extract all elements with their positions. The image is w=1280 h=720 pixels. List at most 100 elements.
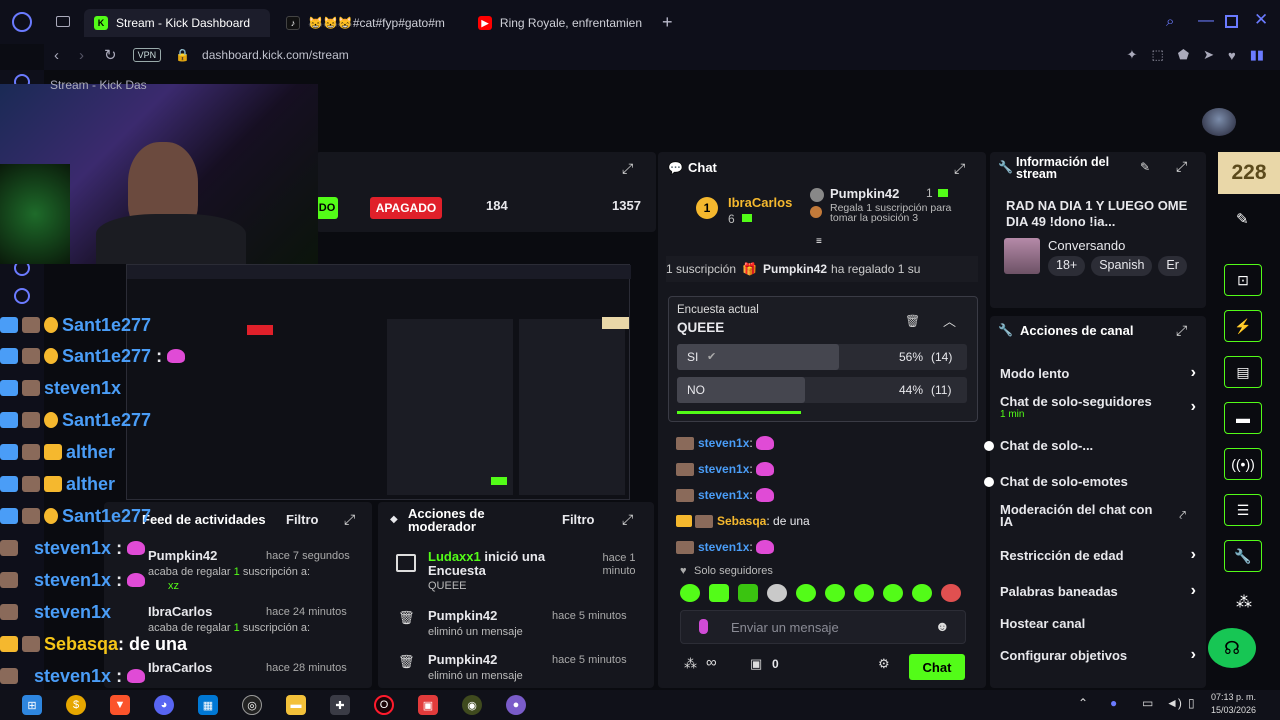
infinity-icon[interactable]: ∞ — [706, 654, 717, 671]
chat-message[interactable]: steven1x: — [676, 482, 976, 508]
expand-icon[interactable]: ⤢ — [344, 511, 355, 528]
lock-icon[interactable]: 🔒 — [175, 48, 190, 62]
emote-icon[interactable] — [883, 584, 903, 602]
collapse-icon[interactable]: ≡ — [816, 236, 822, 247]
forward-icon[interactable]: › — [79, 47, 84, 64]
emote-icon[interactable] — [912, 584, 932, 602]
sidebar-icon[interactable]: ▮▮ — [1250, 47, 1264, 63]
close-icon[interactable]: ✕ — [1254, 10, 1268, 30]
action-ai-moderation[interactable]: Moderación del chat con IA ⤤ — [1000, 503, 1196, 532]
pin-icon[interactable]: ✦ — [1127, 47, 1138, 63]
screenshot-icon[interactable]: ⬚ — [1151, 47, 1163, 63]
game-app-icon[interactable]: ◉ — [462, 695, 482, 715]
mod-item-user[interactable]: Pumpkin42 — [428, 608, 497, 623]
clip-icon[interactable]: ⊡ — [1224, 264, 1262, 296]
broadcast-icon[interactable]: ((•)) — [1224, 448, 1262, 480]
chat-app-icon[interactable]: ● — [506, 695, 526, 715]
store-icon[interactable]: ▦ — [198, 695, 218, 715]
chat-username[interactable]: steven1x — [698, 436, 749, 450]
minimize-icon[interactable]: — — [1198, 12, 1214, 30]
back-icon[interactable]: ‹ — [54, 47, 59, 64]
emote-icon[interactable] — [941, 584, 961, 602]
notes-icon[interactable]: ▤ — [1224, 356, 1262, 388]
chat-username[interactable]: steven1x — [698, 540, 749, 554]
mod-item-user[interactable]: Pumpkin42 — [428, 652, 497, 667]
gifter2-name[interactable]: Pumpkin42 — [830, 186, 899, 201]
reload-icon[interactable]: ↻ — [104, 46, 117, 64]
tag[interactable]: Er — [1158, 256, 1187, 276]
settings-gear-icon[interactable]: ⚙ — [878, 656, 890, 672]
emote-icon[interactable] — [738, 584, 758, 602]
tab-youtube[interactable]: ▶ Ring Royale, enfrentamien — [468, 9, 652, 37]
tag[interactable]: 18+ — [1048, 256, 1086, 276]
obs-icon[interactable]: ◎ — [242, 695, 262, 715]
coin-app-icon[interactable]: $ — [66, 695, 86, 715]
action-banned-words[interactable]: Palabras baneadas › — [1000, 582, 1196, 602]
expand-icon[interactable]: ⤢ — [622, 511, 633, 528]
chat-message[interactable]: steven1x: — [676, 534, 976, 560]
emote-icon[interactable] — [796, 584, 816, 602]
battery-icon[interactable]: ▯ — [1188, 696, 1195, 710]
action-host-channel[interactable]: Hostear canal — [1000, 614, 1196, 634]
url-field[interactable]: dashboard.kick.com/stream — [202, 48, 349, 62]
gamepad-icon[interactable]: ✚ — [330, 695, 350, 715]
clock-time[interactable]: 07:13 p. m. — [1200, 692, 1256, 702]
brave-browser-icon[interactable]: ▼ — [110, 695, 130, 715]
chat-message[interactable]: Sebasqa: de una — [676, 508, 976, 534]
tab-strip-icon[interactable] — [56, 16, 70, 27]
trash-icon[interactable]: 🗑 — [905, 314, 920, 328]
wrench-icon[interactable]: 🔧 — [1224, 540, 1262, 572]
action-subs-only[interactable]: Chat de solo-... — [1000, 436, 1196, 456]
action-age-restriction[interactable]: Restricción de edad › — [1000, 546, 1196, 566]
emote-icon[interactable] — [767, 584, 787, 602]
chat-username[interactable]: steven1x — [698, 488, 749, 502]
mic-icon[interactable] — [699, 619, 708, 634]
tray-chevron-up-icon[interactable]: ⌃ — [1078, 696, 1088, 710]
send-chat-button[interactable]: Chat — [909, 654, 965, 680]
send-icon[interactable]: ➤ — [1203, 47, 1214, 63]
browser-logo-icon[interactable] — [12, 12, 32, 32]
users-icon[interactable]: ⁂ — [1236, 592, 1252, 612]
expand-icon[interactable]: ⤢ — [1176, 322, 1187, 339]
category-name[interactable]: Conversando — [1048, 238, 1125, 253]
server-icon[interactable]: ☰ — [1224, 494, 1262, 526]
emoji-icon[interactable]: ☻ — [935, 618, 950, 634]
tag[interactable]: Spanish — [1091, 256, 1153, 276]
chat-message[interactable]: steven1x: — [676, 430, 976, 456]
chat-bubble-icon[interactable]: ▬ — [1224, 402, 1262, 434]
emote-icon[interactable] — [854, 584, 874, 602]
clock-date[interactable]: 15/03/2026 — [1200, 705, 1256, 715]
chat-input[interactable]: Enviar un mensaje ☻ — [680, 610, 966, 644]
edit-icon[interactable]: ✎ — [1236, 210, 1249, 228]
action-set-goals[interactable]: Configurar objetivos › — [1000, 646, 1196, 666]
tab-kick-dashboard[interactable]: K Stream - Kick Dashboard — [84, 9, 270, 37]
opera-gx-icon[interactable]: O — [374, 695, 394, 715]
action-followers-only[interactable]: Chat de solo-seguidores 1 min › — [1000, 394, 1196, 420]
lightning-icon[interactable]: ⚡ — [1224, 310, 1262, 342]
vpn-badge[interactable]: VPN — [132, 48, 162, 62]
chat-username[interactable]: Sebasqa — [717, 514, 766, 528]
support-chat-button[interactable]: ☊ — [1208, 628, 1256, 668]
gift-banner-user[interactable]: Pumpkin42 — [763, 262, 827, 276]
mod-filter-button[interactable]: Filtro — [562, 512, 595, 527]
poll-option[interactable]: NO 44% (11) — [677, 377, 967, 403]
top-gifter-name[interactable]: IbraCarlos — [728, 195, 792, 210]
chat-username[interactable]: steven1x — [698, 462, 749, 476]
poll-option[interactable]: SI ✔ 56% (14) — [677, 344, 967, 370]
chevron-up-icon[interactable]: ︿ — [943, 311, 956, 330]
action-slow-mode[interactable]: Modo lento › — [1000, 364, 1196, 384]
emote-icon[interactable] — [825, 584, 845, 602]
edit-icon[interactable]: ✎ — [1140, 160, 1150, 174]
emote-icon[interactable] — [709, 584, 729, 602]
chat-message[interactable]: steven1x: — [676, 456, 976, 482]
users-icon[interactable]: ⁂ — [684, 656, 697, 672]
media-app-icon[interactable]: ▣ — [418, 695, 438, 715]
new-tab-button[interactable]: + — [662, 12, 673, 33]
search-icon[interactable]: ⌕ — [1166, 13, 1174, 30]
expand-icon[interactable]: ⤢ — [622, 160, 633, 177]
start-menu-icon[interactable]: ⊞ — [22, 695, 42, 715]
maximize-icon[interactable] — [1225, 15, 1238, 28]
activity-filter-button[interactable]: Filtro — [286, 512, 319, 527]
emote-icon[interactable] — [680, 584, 700, 602]
store-icon[interactable]: ▣ — [750, 656, 762, 672]
